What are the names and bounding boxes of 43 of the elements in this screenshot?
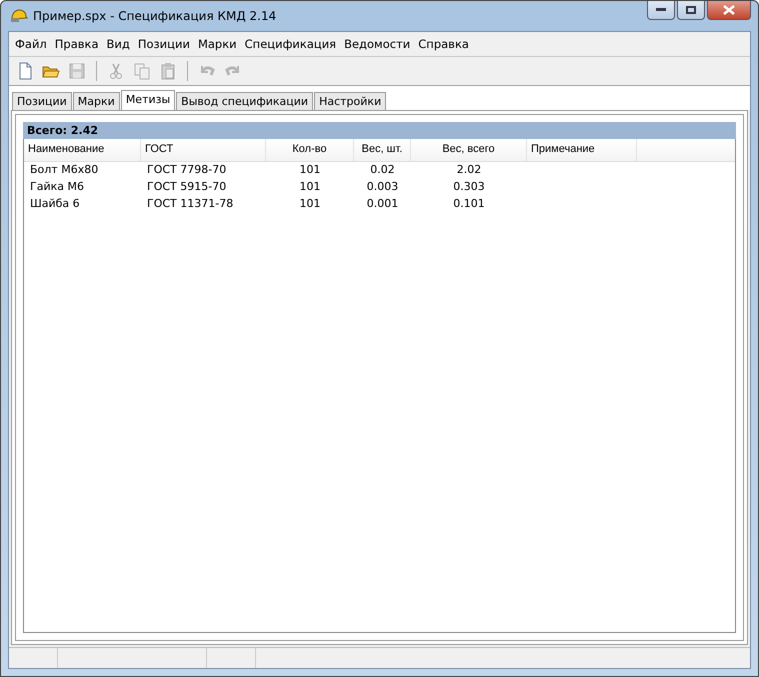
helmet-icon xyxy=(10,8,28,24)
column-header[interactable]: ГОСТ xyxy=(141,139,266,161)
tab[interactable]: Настройки xyxy=(314,92,386,110)
menu-item[interactable]: Правка xyxy=(50,35,103,53)
table-cell-text: Шайба 6 xyxy=(29,196,81,212)
menu-item[interactable]: Вид xyxy=(102,35,134,53)
table-cell-text: Гайка М6 xyxy=(29,179,85,195)
table-cell-text: ГОСТ 7798-70 xyxy=(146,162,228,178)
tab[interactable]: Метизы xyxy=(120,90,176,110)
window-title: Пример.spx - Спецификация КМД 2.14 xyxy=(33,9,276,23)
table-cell-text: 0.001 xyxy=(366,196,400,212)
menu-item[interactable]: Ведомости xyxy=(340,35,414,53)
table-cell-text: 101 xyxy=(298,179,322,195)
table-cell-text: 2.02 xyxy=(456,162,482,178)
table-cell-text: 0.101 xyxy=(452,196,486,212)
maximize-icon xyxy=(686,6,696,14)
menu-item[interactable]: Позиции xyxy=(134,35,194,53)
menu-item[interactable]: Марки xyxy=(194,35,241,53)
column-header[interactable]: Наименование xyxy=(24,139,141,161)
close-button[interactable] xyxy=(707,1,751,20)
minimize-button[interactable] xyxy=(647,1,675,20)
maximize-button[interactable] xyxy=(677,1,705,20)
column-header[interactable]: Кол-во xyxy=(266,139,354,161)
total-label: Всего: 2.42 xyxy=(27,124,98,137)
table-cell-text: Болт М6х80 xyxy=(29,162,100,178)
column-header[interactable]: Вес, шт. xyxy=(354,139,411,161)
tab[interactable]: Вывод спецификации xyxy=(176,92,314,110)
table-cell-text: 101 xyxy=(298,196,322,212)
column-header[interactable]: Вес, всего xyxy=(411,139,527,161)
menu-item[interactable]: Справка xyxy=(414,35,473,53)
tab[interactable]: Позиции xyxy=(12,92,72,110)
minimize-icon xyxy=(656,8,666,12)
table-cell-text: ГОСТ 5915-70 xyxy=(146,179,228,195)
table-cell-text: 0.02 xyxy=(369,162,396,178)
table-cell-text: 0.303 xyxy=(452,179,486,195)
table-cell-text: 101 xyxy=(298,162,322,178)
table-cell-text: ГОСТ 11371-78 xyxy=(146,196,234,212)
table-cell-text: 0.003 xyxy=(366,179,400,195)
menu-item[interactable]: Файл xyxy=(11,35,51,53)
column-header[interactable]: Примечание xyxy=(527,139,637,161)
menu-item[interactable]: Спецификация xyxy=(240,35,340,53)
tab[interactable]: Марки xyxy=(72,92,120,110)
close-icon xyxy=(723,5,735,15)
